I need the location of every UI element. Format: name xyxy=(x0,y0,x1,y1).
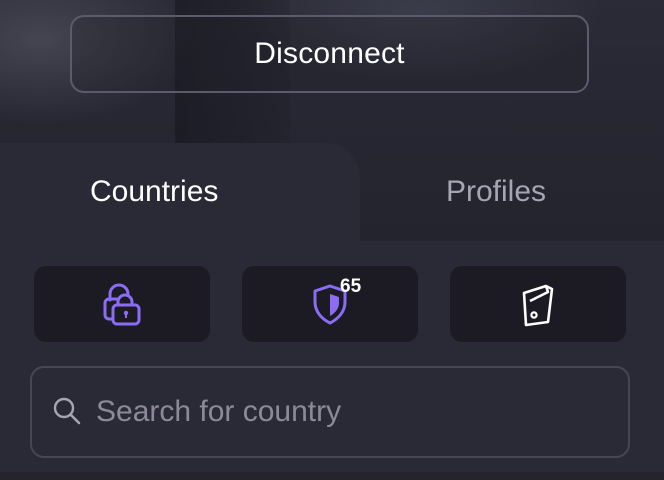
secure-core-filter-button[interactable] xyxy=(34,266,210,342)
list-divider xyxy=(0,472,664,480)
netshield-count-badge: 65 xyxy=(340,276,362,297)
server-icon xyxy=(518,281,558,327)
country-search-field[interactable] xyxy=(30,366,630,458)
tab-profiles[interactable]: Profiles xyxy=(446,172,546,212)
streaming-filter-button[interactable] xyxy=(450,266,626,342)
tab-countries[interactable]: Countries xyxy=(90,172,218,212)
netshield-filter-button[interactable] xyxy=(242,266,418,342)
lock-icon xyxy=(102,282,142,326)
vpn-app: Disconnect Countries Profiles 65 xyxy=(0,0,664,480)
search-icon xyxy=(52,396,82,431)
disconnect-button[interactable]: Disconnect xyxy=(70,15,589,93)
search-input[interactable] xyxy=(96,388,616,436)
